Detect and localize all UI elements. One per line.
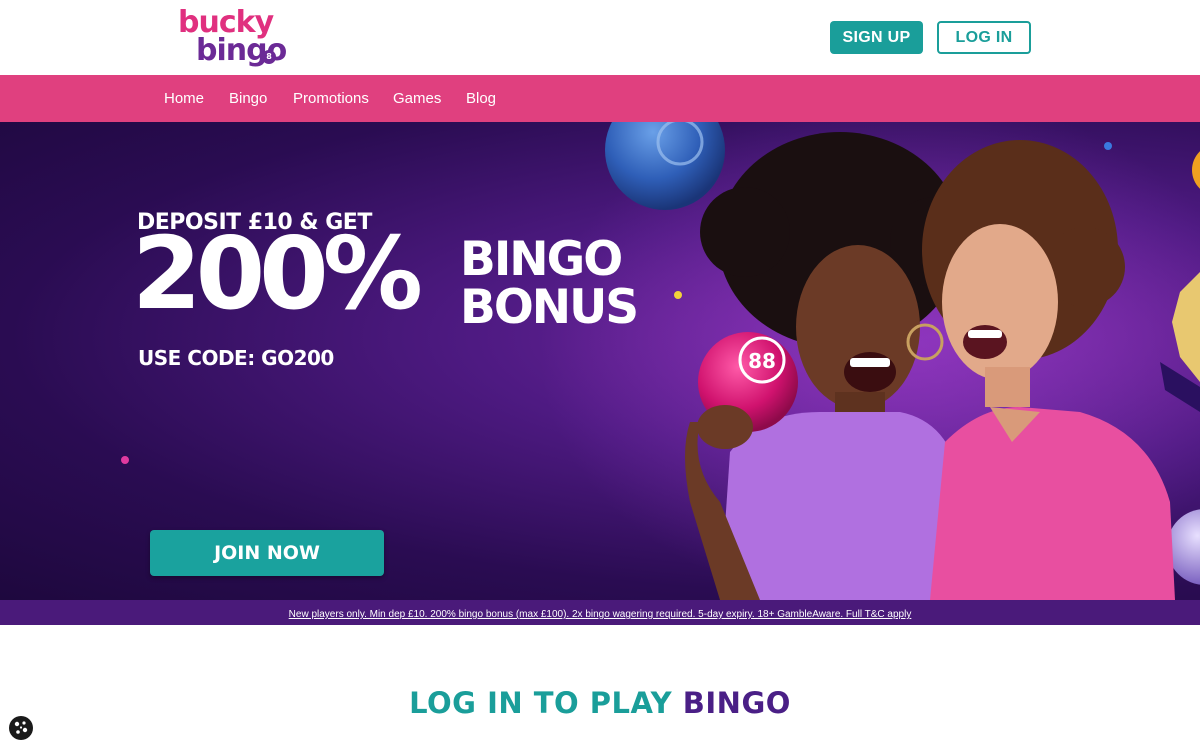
nav-item-home[interactable]: Home (164, 75, 204, 122)
ball-number: 88 (748, 349, 776, 373)
cookie-icon[interactable] (8, 715, 34, 741)
promo-bingo-word: BINGO (460, 232, 623, 287)
section-title-part1: LOG IN TO PLAY (409, 686, 673, 720)
promo-bonus-word: BONUS (460, 280, 639, 335)
signup-button[interactable]: SIGN UP (830, 21, 923, 54)
promo-percentage: 200% (132, 215, 423, 332)
site-header: bucky bingo 8 SIGN UP LOG IN (0, 0, 1200, 75)
nav-item-blog[interactable]: Blog (466, 75, 496, 122)
section-title-part2: BINGO (682, 686, 791, 720)
nav-item-games[interactable]: Games (393, 75, 441, 122)
login-button[interactable]: LOG IN (937, 21, 1031, 54)
hero-banner[interactable]: 88 DEPOSIT £10 & GET 200% BINGO BONUS US… (0, 122, 1200, 600)
nav-item-bingo[interactable]: Bingo (229, 75, 267, 122)
section-title: LOG IN TO PLAY BINGO (0, 686, 1200, 720)
terms-bar: New players only. Min dep £10. 200% bing… (0, 600, 1200, 625)
join-now-button[interactable]: JOIN NOW (150, 530, 384, 576)
logo-ball-icon: 8 (262, 50, 276, 64)
nav-item-promotions[interactable]: Promotions (293, 75, 369, 122)
main-nav: Home Bingo Promotions Games Blog (0, 75, 1200, 122)
terms-link[interactable]: New players only. Min dep £10. 200% bing… (289, 609, 912, 620)
promo-code: USE CODE: GO200 (138, 346, 334, 370)
site-logo[interactable]: bucky bingo 8 (176, 6, 287, 70)
